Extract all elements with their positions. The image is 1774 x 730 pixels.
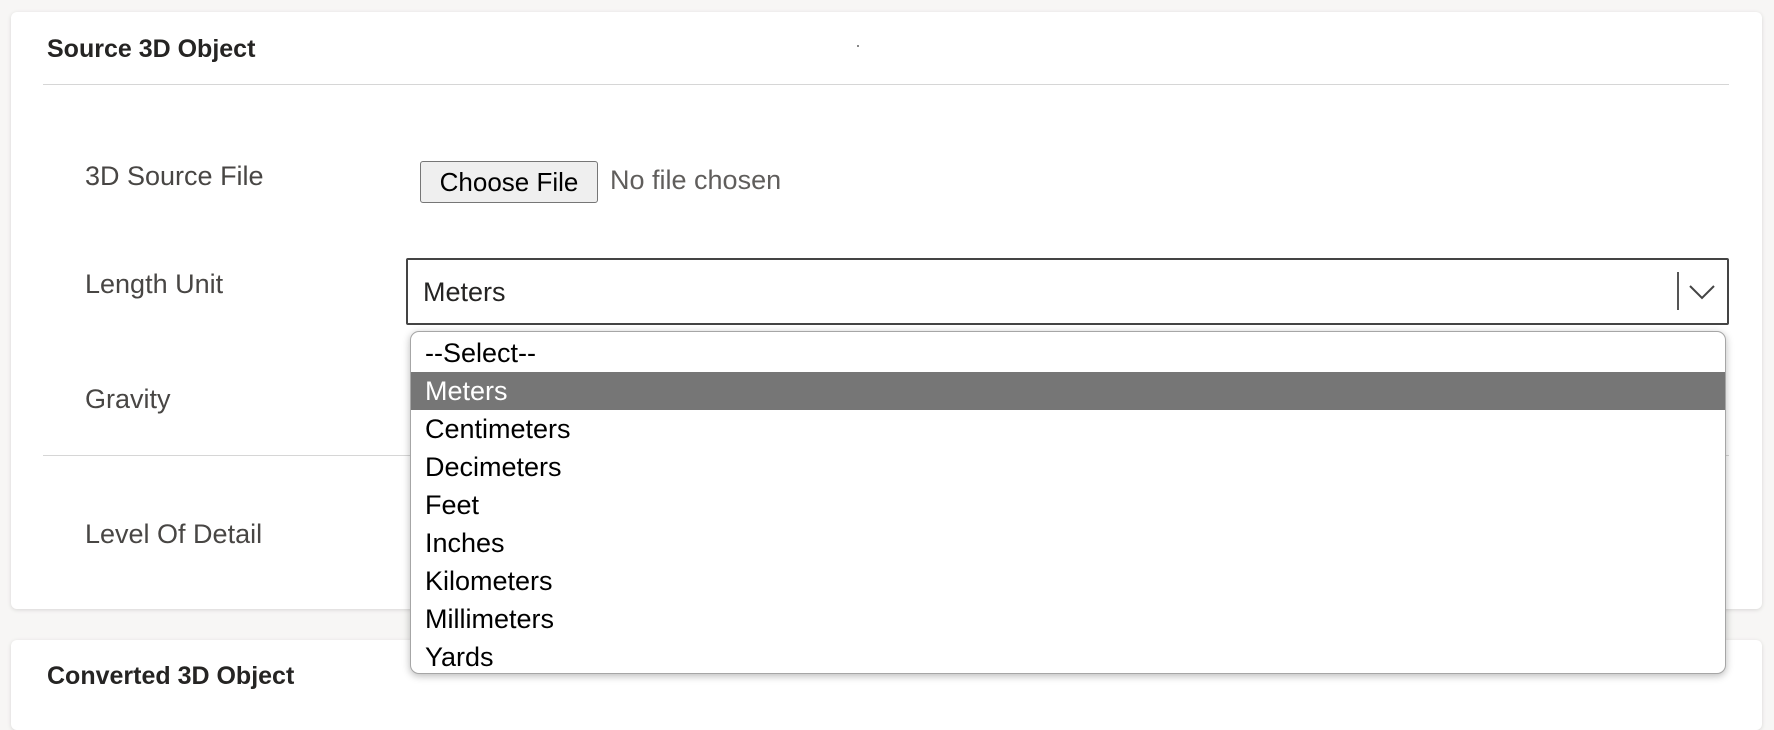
dropdown-option-feet[interactable]: Feet — [411, 486, 1725, 524]
dropdown-option-decimeters[interactable]: Decimeters — [411, 448, 1725, 486]
length-unit-label: Length Unit — [85, 269, 224, 299]
dropdown-option-centimeters[interactable]: Centimeters — [411, 410, 1725, 448]
section-divider — [43, 84, 1729, 85]
dropdown-option-yards[interactable]: Yards — [411, 638, 1725, 673]
dropdown-option-kilometers[interactable]: Kilometers — [411, 562, 1725, 600]
dropdown-option-select[interactable]: --Select-- — [411, 334, 1725, 372]
converted-card-title: Converted 3D Object — [47, 662, 295, 690]
source-card-title: Source 3D Object — [47, 35, 256, 63]
gravity-label: Gravity — [85, 384, 171, 414]
select-separator — [1677, 272, 1679, 310]
choose-file-button[interactable]: Choose File — [420, 161, 598, 203]
decorative-dot — [857, 45, 859, 47]
chevron-down-icon — [1689, 285, 1715, 300]
source-file-label: 3D Source File — [85, 161, 264, 191]
level-of-detail-label: Level Of Detail — [85, 519, 263, 549]
file-status-text: No file chosen — [610, 165, 782, 195]
dropdown-option-meters[interactable]: Meters — [411, 372, 1725, 410]
dropdown-option-millimeters[interactable]: Millimeters — [411, 600, 1725, 638]
length-unit-selected-value: Meters — [423, 277, 506, 307]
length-unit-dropdown-list: --Select-- Meters Centimeters Decimeters… — [410, 331, 1726, 674]
dropdown-option-inches[interactable]: Inches — [411, 524, 1725, 562]
length-unit-select[interactable]: Meters — [406, 258, 1729, 325]
